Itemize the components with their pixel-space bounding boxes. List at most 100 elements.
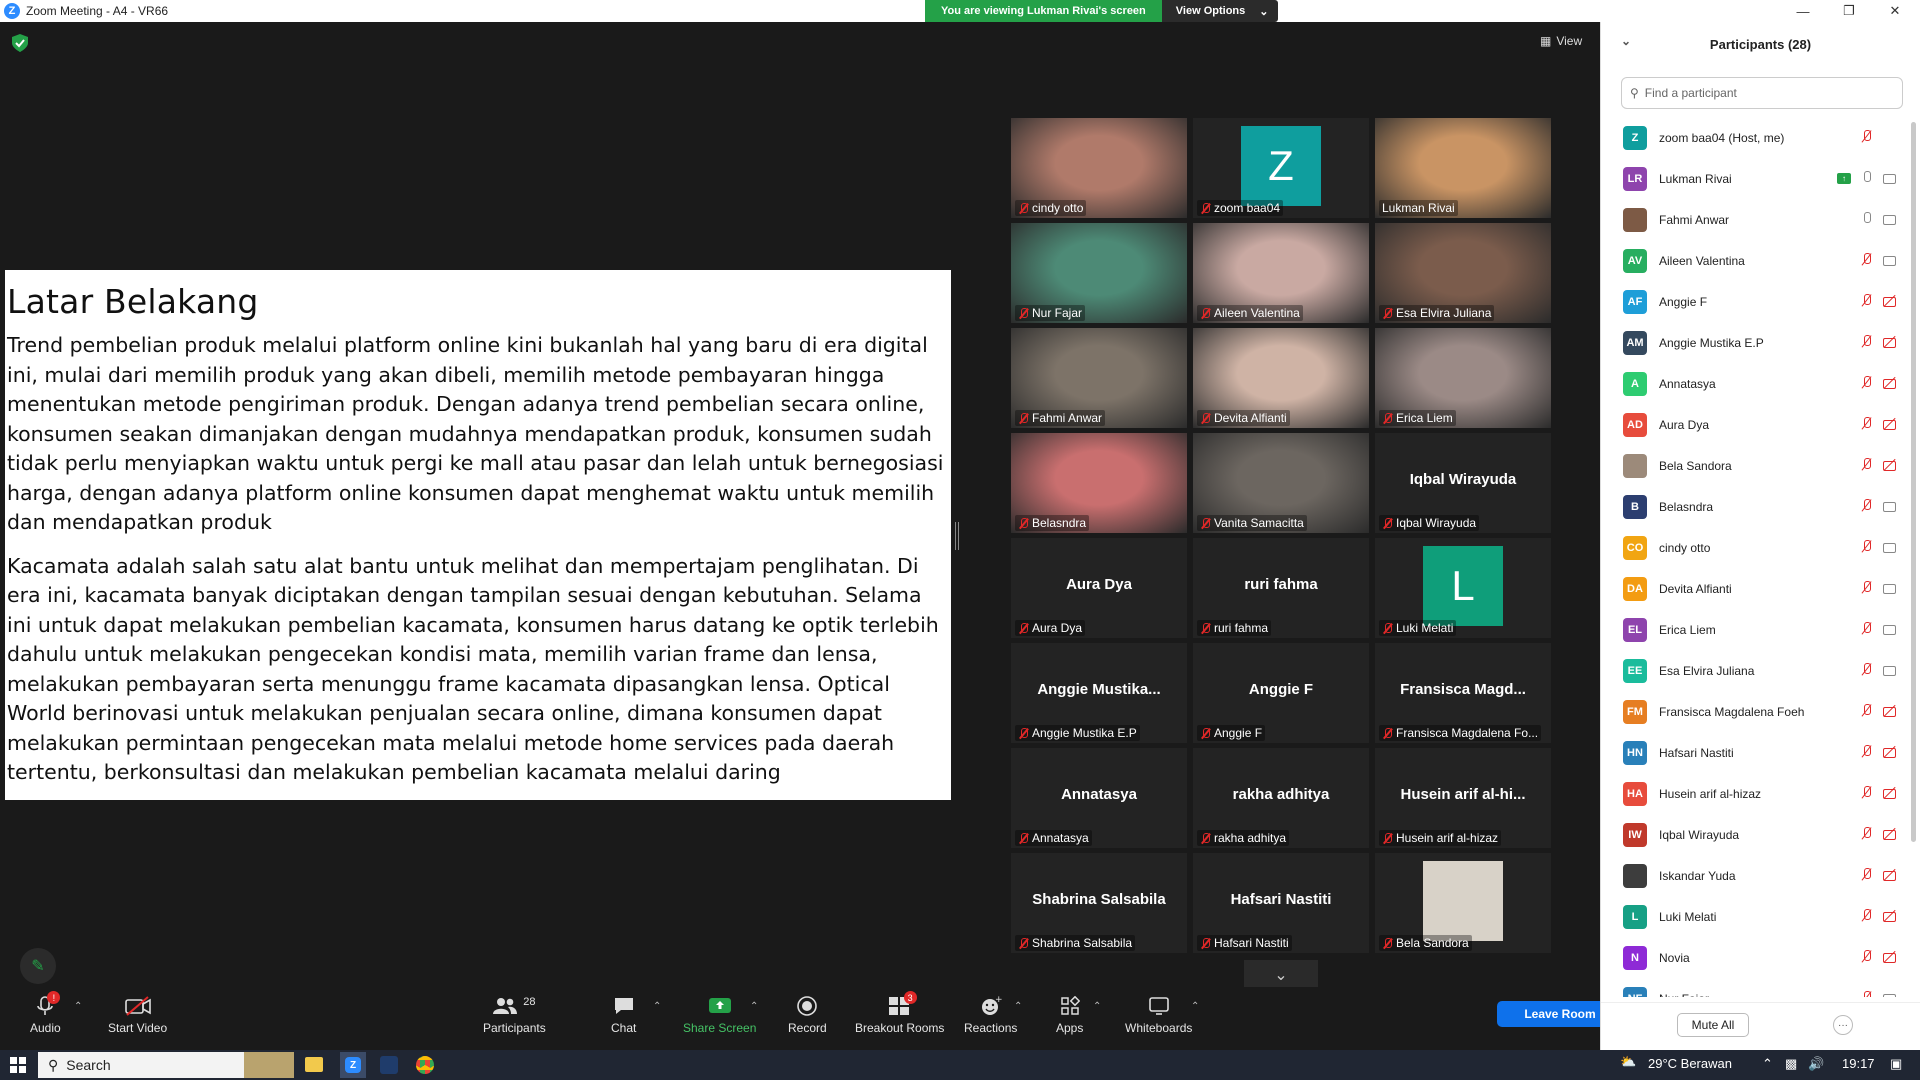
- mic-muted-icon[interactable]: [1861, 335, 1873, 349]
- video-tile[interactable]: Fransisca Magd... Fransisca Magdalena Fo.…: [1375, 643, 1551, 743]
- camera-off-icon[interactable]: [1883, 377, 1899, 389]
- camera-off-icon[interactable]: [1883, 705, 1899, 717]
- windows-start-icon[interactable]: [10, 1057, 26, 1076]
- mic-muted-icon[interactable]: [1861, 827, 1873, 841]
- participant-row[interactable]: EL Erica Liem: [1601, 609, 1911, 650]
- video-tile[interactable]: L Luki Melati: [1375, 538, 1551, 638]
- video-tile[interactable]: Husein arif al-hi... Husein arif al-hizaz: [1375, 748, 1551, 848]
- taskbar-search-box[interactable]: ⚲ Search: [38, 1052, 294, 1078]
- camera-off-icon[interactable]: [1883, 828, 1899, 840]
- whiteboards-options-caret[interactable]: ⌃: [1191, 1001, 1199, 1012]
- participant-row[interactable]: AF Anggie F: [1601, 281, 1911, 322]
- view-button[interactable]: ▦ View: [1540, 34, 1582, 48]
- participants-scrollbar[interactable]: [1911, 122, 1916, 842]
- collapse-chevron-icon[interactable]: ⌄: [1621, 34, 1631, 48]
- mic-muted-icon[interactable]: [1861, 130, 1873, 144]
- mic-muted-icon[interactable]: [1861, 663, 1873, 677]
- camera-off-icon[interactable]: [1883, 910, 1899, 922]
- start-video-button[interactable]: Start Video: [108, 995, 167, 1035]
- mic-muted-icon[interactable]: [1861, 745, 1873, 759]
- audio-button[interactable]: ! Audio: [30, 991, 61, 1035]
- share-options-caret[interactable]: ⌃: [750, 1001, 758, 1012]
- file-explorer-icon[interactable]: [305, 1057, 323, 1072]
- breakout-rooms-button[interactable]: 3 Breakout Rooms: [855, 991, 944, 1035]
- camera-icon[interactable]: [1883, 664, 1899, 676]
- mic-muted-icon[interactable]: [1861, 499, 1873, 513]
- gallery-scroll-down-button[interactable]: ⌄: [1244, 960, 1318, 990]
- notifications-icon[interactable]: ▣: [1890, 1056, 1902, 1072]
- video-tile[interactable]: cindy otto: [1011, 118, 1187, 218]
- video-tile[interactable]: Bela Sandora: [1375, 853, 1551, 953]
- participant-row[interactable]: AD Aura Dya: [1601, 404, 1911, 445]
- mic-muted-icon[interactable]: [1861, 458, 1873, 472]
- reactions-options-caret[interactable]: ⌃: [1014, 1001, 1022, 1012]
- video-tile[interactable]: Fahmi Anwar: [1011, 328, 1187, 428]
- camera-off-icon[interactable]: [1883, 869, 1899, 881]
- video-tile[interactable]: Hafsari Nastiti Hafsari Nastiti: [1193, 853, 1369, 953]
- participant-row[interactable]: LR Lukman Rivai ↑: [1601, 158, 1911, 199]
- participant-row[interactable]: N Novia: [1601, 937, 1911, 978]
- participant-row[interactable]: NF Nur Fajar: [1601, 978, 1911, 997]
- mic-muted-icon[interactable]: [1861, 786, 1873, 800]
- chrome-icon[interactable]: [416, 1056, 434, 1074]
- network-icon[interactable]: ▩: [1785, 1056, 1797, 1072]
- whiteboards-button[interactable]: Whiteboards: [1125, 995, 1192, 1035]
- video-tile[interactable]: Esa Elvira Juliana: [1375, 223, 1551, 323]
- find-participant-input[interactable]: ⚲ Find a participant: [1621, 77, 1903, 109]
- participant-row[interactable]: IW Iqbal Wirayuda: [1601, 814, 1911, 855]
- participant-row[interactable]: AV Aileen Valentina: [1601, 240, 1911, 281]
- mic-muted-icon[interactable]: [1861, 868, 1873, 882]
- more-options-button[interactable]: ···: [1833, 1015, 1853, 1035]
- camera-icon[interactable]: [1883, 500, 1899, 512]
- mic-muted-icon[interactable]: [1861, 991, 1873, 997]
- mic-icon[interactable]: [1861, 212, 1873, 226]
- participant-row[interactable]: Bela Sandora: [1601, 445, 1911, 486]
- camera-off-icon[interactable]: [1883, 951, 1899, 963]
- mic-icon[interactable]: [1861, 171, 1873, 185]
- video-tile[interactable]: Belasndra: [1011, 433, 1187, 533]
- camera-icon[interactable]: [1883, 582, 1899, 594]
- participant-row[interactable]: Zzoom baa04 (Host, me): [1601, 117, 1911, 158]
- video-tile[interactable]: Aileen Valentina: [1193, 223, 1369, 323]
- video-tile[interactable]: Devita Alfianti: [1193, 328, 1369, 428]
- mic-muted-icon[interactable]: [1861, 253, 1873, 267]
- camera-off-icon[interactable]: [1883, 746, 1899, 758]
- video-tile[interactable]: Annatasya Annatasya: [1011, 748, 1187, 848]
- participants-button[interactable]: 28 Participants: [483, 995, 546, 1035]
- apps-button[interactable]: Apps: [1056, 995, 1083, 1035]
- mic-muted-icon[interactable]: [1861, 294, 1873, 308]
- camera-icon[interactable]: [1883, 172, 1899, 184]
- audio-options-caret[interactable]: ⌃: [74, 1001, 82, 1012]
- camera-off-icon[interactable]: [1883, 787, 1899, 799]
- camera-off-icon[interactable]: [1883, 459, 1899, 471]
- volume-icon[interactable]: 🔊: [1808, 1056, 1824, 1072]
- participant-row[interactable]: B Belasndra: [1601, 486, 1911, 527]
- close-button[interactable]: ✕: [1872, 0, 1918, 22]
- video-tile[interactable]: Erica Liem: [1375, 328, 1551, 428]
- mic-muted-icon[interactable]: [1861, 376, 1873, 390]
- video-tile[interactable]: Aura Dya Aura Dya: [1011, 538, 1187, 638]
- camera-icon[interactable]: [1883, 254, 1899, 266]
- mic-muted-icon[interactable]: [1861, 622, 1873, 636]
- camera-icon[interactable]: [1883, 623, 1899, 635]
- video-tile[interactable]: Zzoom baa04: [1193, 118, 1369, 218]
- share-screen-button[interactable]: Share Screen: [683, 995, 756, 1035]
- chat-options-caret[interactable]: ⌃: [653, 1001, 661, 1012]
- minimize-button[interactable]: —: [1780, 0, 1826, 22]
- mic-muted-icon[interactable]: [1861, 540, 1873, 554]
- camera-app-icon[interactable]: [380, 1056, 398, 1074]
- participant-row[interactable]: CO cindy otto: [1601, 527, 1911, 568]
- video-tile[interactable]: Iqbal Wirayuda Iqbal Wirayuda: [1375, 433, 1551, 533]
- record-button[interactable]: Record: [788, 995, 827, 1035]
- camera-icon[interactable]: [1883, 213, 1899, 225]
- mic-muted-icon[interactable]: [1861, 950, 1873, 964]
- camera-off-icon[interactable]: [1883, 418, 1899, 430]
- annotate-pencil-button[interactable]: ✎: [20, 948, 56, 984]
- video-tile[interactable]: rakha adhitya rakha adhitya: [1193, 748, 1369, 848]
- participant-row[interactable]: A Annatasya: [1601, 363, 1911, 404]
- camera-icon[interactable]: [1883, 541, 1899, 553]
- mute-all-button[interactable]: Mute All: [1677, 1013, 1749, 1037]
- restore-button[interactable]: ❐: [1826, 0, 1872, 22]
- video-tile[interactable]: Anggie Mustika... Anggie Mustika E.P: [1011, 643, 1187, 743]
- reactions-button[interactable]: + Reactions: [964, 995, 1017, 1035]
